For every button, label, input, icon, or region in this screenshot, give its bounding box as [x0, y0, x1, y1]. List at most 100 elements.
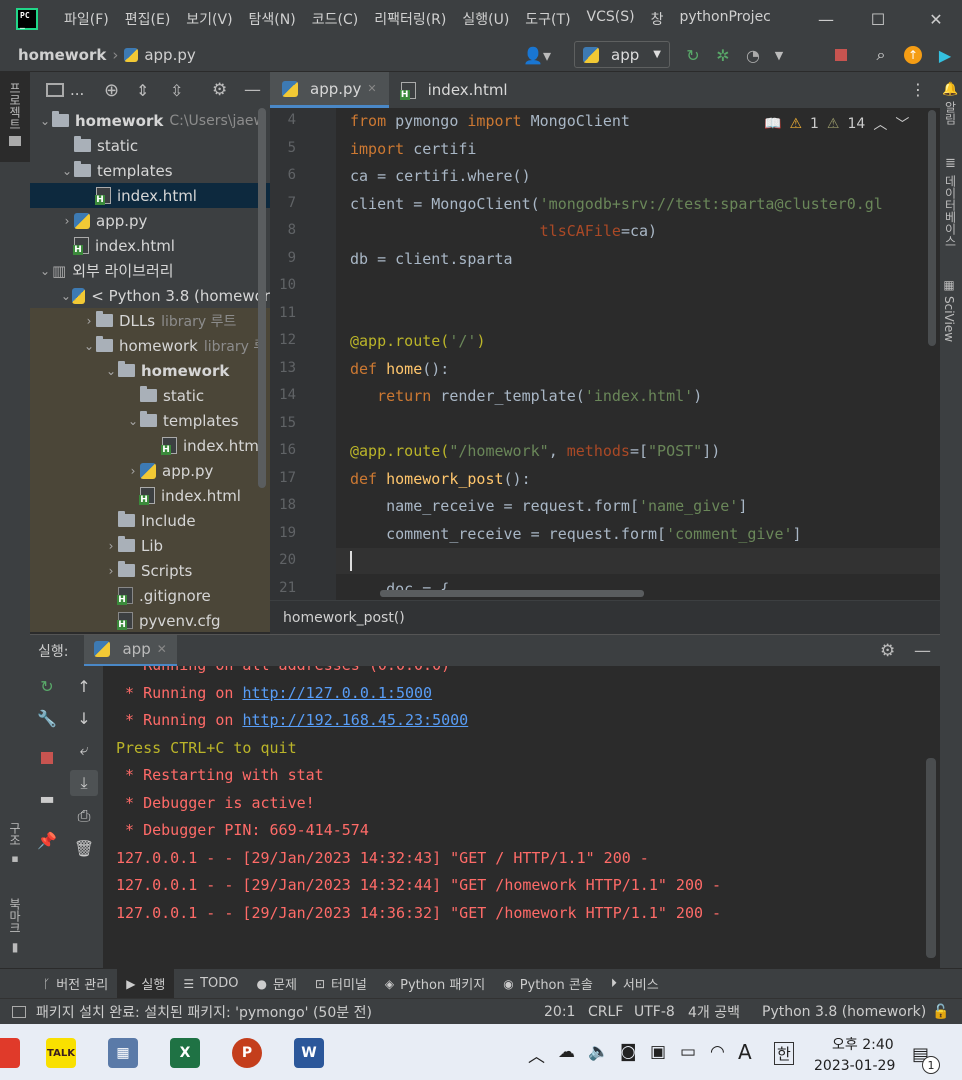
- code-line[interactable]: db = client.sparta: [350, 250, 513, 268]
- tool-window-packages[interactable]: ◈ Python 패키지: [376, 969, 494, 999]
- clock-time[interactable]: 오후 2:40: [832, 1034, 894, 1054]
- more-tabs-icon[interactable]: ⋮: [910, 80, 926, 99]
- code-line[interactable]: def homework_post():: [350, 470, 531, 488]
- collapse-all-icon[interactable]: ⇳: [170, 81, 183, 100]
- menu-item[interactable]: 편집(E): [117, 9, 179, 29]
- sciview-tab[interactable]: ▦ SciView: [942, 278, 956, 342]
- expand-all-icon[interactable]: ⇕: [136, 81, 149, 100]
- chevron-down-icon[interactable]: ⌄: [60, 289, 72, 303]
- meet-now-icon[interactable]: ◙: [620, 1042, 637, 1062]
- line-separator[interactable]: CRLF: [588, 1004, 623, 1020]
- print-icon[interactable]: ⎙: [72, 804, 96, 828]
- menu-item[interactable]: 도구(T): [517, 9, 578, 29]
- code-line[interactable]: comment_receive = request.form['comment_…: [350, 525, 801, 543]
- menu-item[interactable]: 보기(V): [178, 9, 240, 29]
- tree-item[interactable]: Include: [30, 508, 270, 533]
- locate-target-icon[interactable]: ⊕: [104, 80, 119, 101]
- project-view-icon[interactable]: [46, 83, 64, 97]
- tree-item[interactable]: ⌄ homework library 루: [30, 333, 270, 358]
- menu-item[interactable]: 파일(F): [56, 9, 117, 29]
- stop-icon[interactable]: [830, 44, 852, 66]
- chevron-right-icon[interactable]: ›: [82, 314, 96, 328]
- tool-window-branch[interactable]: ᚴ 버전 관리: [34, 969, 117, 999]
- powerpoint-app-icon[interactable]: P: [232, 1038, 262, 1068]
- coverage-icon[interactable]: ◔: [742, 44, 764, 66]
- code-line[interactable]: name_receive = request.form['name_give']: [350, 497, 747, 515]
- next-problem-chevron-icon[interactable]: ﹀: [895, 114, 909, 134]
- indent-setting[interactable]: 4개 공백: [688, 1002, 740, 1022]
- tool-window-python-console[interactable]: ◉ Python 콘솔: [494, 969, 602, 999]
- tree-item[interactable]: › Scripts: [30, 558, 270, 583]
- structure-tool-tab[interactable]: 구조 ▪: [0, 822, 30, 865]
- chevron-right-icon[interactable]: ›: [104, 539, 118, 553]
- menu-item[interactable]: pythonProjec: [672, 9, 779, 29]
- chevron-down-icon[interactable]: ⌄: [104, 364, 118, 378]
- tree-item[interactable]: › DLLs library 루트: [30, 308, 270, 333]
- tree-item[interactable]: static: [30, 383, 270, 408]
- tree-item[interactable]: index.html: [30, 233, 270, 258]
- display-icon[interactable]: ▣: [650, 1042, 666, 1062]
- status-message[interactable]: 패키지 설치 완료: 설치된 패키지: 'pymongo' (50분 전): [36, 1002, 372, 1022]
- menu-item[interactable]: 탐색(N): [241, 9, 304, 29]
- user-account-icon[interactable]: 👤▾: [520, 44, 554, 66]
- panel-toggle-icon[interactable]: [12, 1005, 26, 1018]
- tree-item[interactable]: static: [30, 133, 270, 158]
- console-scrollbar[interactable]: [926, 758, 936, 958]
- code-breadcrumb[interactable]: homework_post(): [270, 600, 940, 634]
- code-line[interactable]: [336, 548, 940, 574]
- menu-item[interactable]: 코드(C): [304, 9, 366, 29]
- chevron-down-icon[interactable]: ⌄: [82, 339, 96, 353]
- cloud-icon[interactable]: ☁: [558, 1042, 575, 1062]
- clock-date[interactable]: 2023-01-29: [814, 1058, 895, 1074]
- rerun-icon[interactable]: ↻: [35, 674, 59, 698]
- arrow-up-icon[interactable]: ↑: [72, 674, 96, 698]
- menu-item[interactable]: 리팩터링(R): [366, 9, 454, 29]
- breadcrumb-file[interactable]: app.py: [144, 46, 195, 64]
- code-line[interactable]: tlsCAFile=ca): [350, 222, 657, 240]
- chevron-down-icon[interactable]: ⌄: [60, 164, 74, 178]
- chevron-down-icon[interactable]: ⌄: [38, 114, 52, 128]
- debug-bug-icon[interactable]: ✲: [712, 44, 734, 66]
- code-line[interactable]: @app.route('/'): [350, 332, 485, 350]
- speaker-icon[interactable]: 🔈: [588, 1042, 609, 1062]
- tool-window-todo-list[interactable]: ☰ TODO: [174, 969, 247, 999]
- lock-icon[interactable]: 🔓: [932, 1004, 949, 1020]
- code-line[interactable]: client = MongoClient('mongodb+srv://test…: [350, 195, 883, 213]
- battery-icon[interactable]: ▭: [680, 1042, 696, 1062]
- chevron-right-icon[interactable]: ›: [126, 464, 140, 478]
- calculator-app-icon[interactable]: ▦: [108, 1038, 138, 1068]
- soft-wrap-icon[interactable]: ⤶: [72, 738, 96, 762]
- tree-item[interactable]: › app.py: [30, 458, 270, 483]
- tree-item[interactable]: pyvenv.cfg: [30, 608, 270, 632]
- rerun-icon[interactable]: ↻: [682, 44, 704, 66]
- chrome-app-icon[interactable]: [0, 1038, 20, 1068]
- code-line[interactable]: ca = certifi.where(): [350, 167, 531, 185]
- tree-item[interactable]: .gitignore: [30, 583, 270, 608]
- inspection-widget[interactable]: 📖 ⚠ 1 ⚠ 14 ︿ ﹀: [758, 112, 916, 136]
- code-line[interactable]: import certifi: [350, 140, 476, 158]
- tool-window-terminal[interactable]: ⊡ 터미널: [306, 969, 376, 999]
- menu-item[interactable]: 창: [643, 9, 672, 29]
- python-interpreter[interactable]: Python 3.8 (homework): [762, 1004, 926, 1020]
- input-mode-label[interactable]: A: [738, 1040, 752, 1064]
- chevron-right-icon[interactable]: ›: [60, 214, 74, 228]
- tree-item[interactable]: index.html: [30, 483, 270, 508]
- chevron-down-icon[interactable]: ⌄: [38, 264, 52, 278]
- tree-item[interactable]: ⌄ templates: [30, 408, 270, 433]
- editor-scrollbar[interactable]: [928, 110, 936, 346]
- code-line[interactable]: @app.route("/homework", methods=["POST"]…: [350, 442, 720, 460]
- layout-icon[interactable]: ▬: [35, 786, 59, 810]
- database-tab[interactable]: ≣ 데이터베이스: [942, 156, 959, 247]
- scroll-to-end-icon[interactable]: ⤓: [70, 770, 98, 796]
- minimize-button[interactable]: —: [800, 0, 852, 38]
- editor-tab[interactable]: app.py ✕: [270, 72, 389, 108]
- stop-icon[interactable]: [35, 746, 59, 770]
- project-tool-tab[interactable]: 프로젝트: [0, 72, 30, 162]
- code-editor[interactable]: from pymongo import MongoClient import ce…: [336, 108, 940, 600]
- tree-item[interactable]: ⌄ ▥ 외부 라이브러리: [30, 258, 270, 283]
- word-app-icon[interactable]: W: [294, 1038, 324, 1068]
- close-icon[interactable]: ✕: [367, 82, 376, 95]
- close-icon[interactable]: ✕: [157, 642, 167, 656]
- code-line[interactable]: from pymongo import MongoClient: [350, 112, 630, 130]
- chevron-right-icon[interactable]: ›: [104, 564, 118, 578]
